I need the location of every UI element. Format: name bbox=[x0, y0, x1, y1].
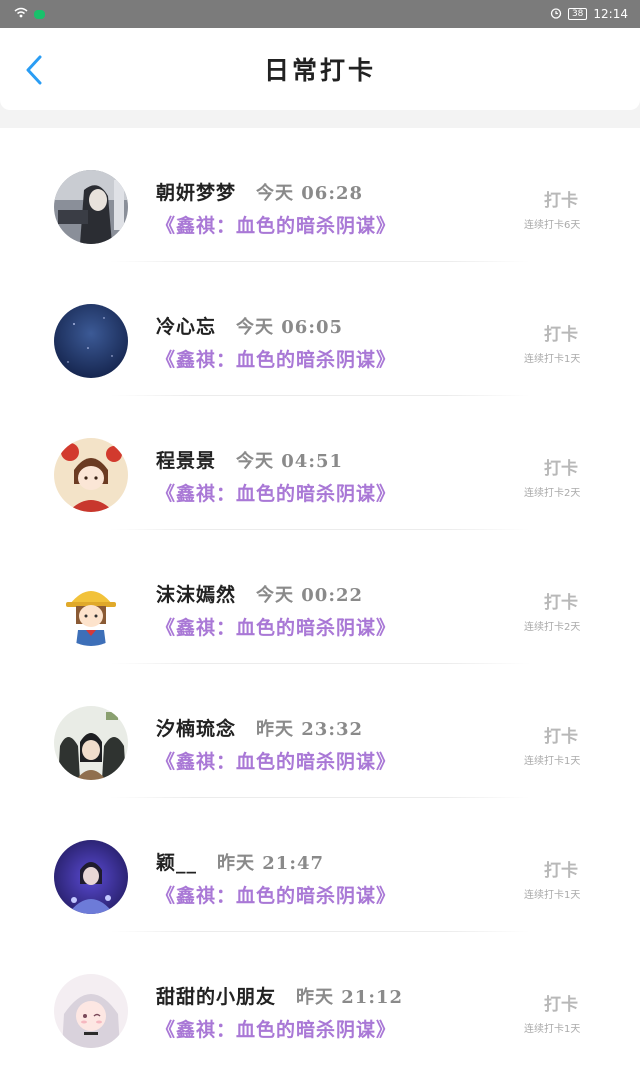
book-title[interactable]: 《鑫祺：血色的暗杀阴谋》 bbox=[156, 747, 396, 774]
book-title[interactable]: 《鑫祺：血色的暗杀阴谋》 bbox=[156, 613, 396, 640]
checkin-button[interactable]: 打卡 bbox=[544, 856, 578, 881]
checkin-button[interactable]: 打卡 bbox=[544, 990, 578, 1015]
list-item: 冷心忘 今天 06:05 《鑫祺：血色的暗杀阴谋》 打卡 连续打卡1天 bbox=[0, 262, 640, 396]
status-left bbox=[14, 7, 45, 21]
checkin-time: 今天 04:51 bbox=[236, 451, 344, 472]
list-item: 沫沫嫣然 今天 00:22 《鑫祺：血色的暗杀阴谋》 打卡 连续打卡2天 bbox=[0, 530, 640, 664]
chevron-left-icon bbox=[26, 55, 42, 85]
avatar[interactable] bbox=[54, 706, 128, 780]
avatar[interactable] bbox=[54, 572, 128, 646]
avatar[interactable] bbox=[54, 304, 128, 378]
book-title[interactable]: 《鑫祺：血色的暗杀阴谋》 bbox=[156, 1015, 396, 1042]
checkin-button[interactable]: 打卡 bbox=[544, 722, 578, 747]
avatar[interactable] bbox=[54, 974, 128, 1048]
avatar[interactable] bbox=[54, 840, 128, 914]
checkin-button[interactable]: 打卡 bbox=[544, 588, 578, 613]
book-title[interactable]: 《鑫祺：血色的暗杀阴谋》 bbox=[156, 479, 396, 506]
status-time: 12:14 bbox=[593, 7, 628, 21]
book-title[interactable]: 《鑫祺：血色的暗杀阴谋》 bbox=[156, 211, 396, 238]
entry-name-line: 冷心忘 今天 06:05 bbox=[156, 312, 343, 339]
back-button[interactable] bbox=[20, 55, 48, 85]
wifi-icon bbox=[14, 7, 28, 21]
checkin-time: 昨天 21:47 bbox=[217, 853, 325, 874]
streak-label: 连续打卡2天 bbox=[524, 488, 581, 499]
streak-label: 连续打卡1天 bbox=[524, 1024, 581, 1035]
checkin-button[interactable]: 打卡 bbox=[544, 320, 578, 345]
checkin-button[interactable]: 打卡 bbox=[544, 186, 578, 211]
entry-name-line: 沫沫嫣然 今天 00:22 bbox=[156, 580, 363, 607]
user-name[interactable]: 颖__ bbox=[156, 848, 197, 875]
user-name[interactable]: 程景景 bbox=[156, 446, 216, 473]
list-item: 甜甜的小朋友 昨天 21:12 《鑫祺：血色的暗杀阴谋》 打卡 连续打卡1天 bbox=[0, 932, 640, 1066]
entry-name-line: 程景景 今天 04:51 bbox=[156, 446, 343, 473]
entry-name-line: 颖__ 昨天 21:47 bbox=[156, 848, 324, 875]
user-name[interactable]: 沫沫嫣然 bbox=[156, 580, 236, 607]
checkin-time: 今天 00:22 bbox=[256, 585, 364, 606]
user-name[interactable]: 冷心忘 bbox=[156, 312, 216, 339]
avatar[interactable] bbox=[54, 438, 128, 512]
streak-label: 连续打卡1天 bbox=[524, 354, 581, 365]
status-right: 38 12:14 bbox=[550, 7, 628, 22]
streak-label: 连续打卡6天 bbox=[524, 220, 581, 231]
checkin-button[interactable]: 打卡 bbox=[544, 454, 578, 479]
user-name[interactable]: 甜甜的小朋友 bbox=[156, 982, 276, 1009]
list-item: 程景景 今天 04:51 《鑫祺：血色的暗杀阴谋》 打卡 连续打卡2天 bbox=[0, 396, 640, 530]
checkin-time: 昨天 21:12 bbox=[296, 987, 404, 1008]
user-name[interactable]: 汐楠琉念 bbox=[156, 714, 236, 741]
entry-name-line: 汐楠琉念 昨天 23:32 bbox=[156, 714, 363, 741]
entry-name-line: 甜甜的小朋友 昨天 21:12 bbox=[156, 982, 403, 1009]
status-bar: 38 12:14 bbox=[0, 0, 640, 28]
header-bar: 日常打卡 bbox=[0, 28, 640, 110]
book-title[interactable]: 《鑫祺：血色的暗杀阴谋》 bbox=[156, 881, 396, 908]
streak-label: 连续打卡2天 bbox=[524, 622, 581, 633]
checkin-list: 朝妍梦梦 今天 06:28 《鑫祺：血色的暗杀阴谋》 打卡 连续打卡6天 冷心忘… bbox=[0, 128, 640, 1066]
wechat-icon bbox=[34, 9, 45, 19]
list-item: 汐楠琉念 昨天 23:32 《鑫祺：血色的暗杀阴谋》 打卡 连续打卡1天 bbox=[0, 664, 640, 798]
checkin-time: 今天 06:28 bbox=[256, 183, 364, 204]
streak-label: 连续打卡1天 bbox=[524, 890, 581, 901]
streak-label: 连续打卡1天 bbox=[524, 756, 581, 767]
alarm-icon bbox=[550, 7, 562, 22]
checkin-time: 昨天 23:32 bbox=[256, 719, 364, 740]
avatar[interactable] bbox=[54, 170, 128, 244]
user-name[interactable]: 朝妍梦梦 bbox=[156, 178, 236, 205]
list-item: 颖__ 昨天 21:47 《鑫祺：血色的暗杀阴谋》 打卡 连续打卡1天 bbox=[0, 798, 640, 932]
checkin-time: 今天 06:05 bbox=[236, 317, 344, 338]
battery-icon: 38 bbox=[567, 8, 588, 20]
entry-name-line: 朝妍梦梦 今天 06:28 bbox=[156, 178, 363, 205]
book-title[interactable]: 《鑫祺：血色的暗杀阴谋》 bbox=[156, 345, 396, 372]
page-title: 日常打卡 bbox=[263, 56, 376, 85]
list-item: 朝妍梦梦 今天 06:28 《鑫祺：血色的暗杀阴谋》 打卡 连续打卡6天 bbox=[0, 128, 640, 262]
